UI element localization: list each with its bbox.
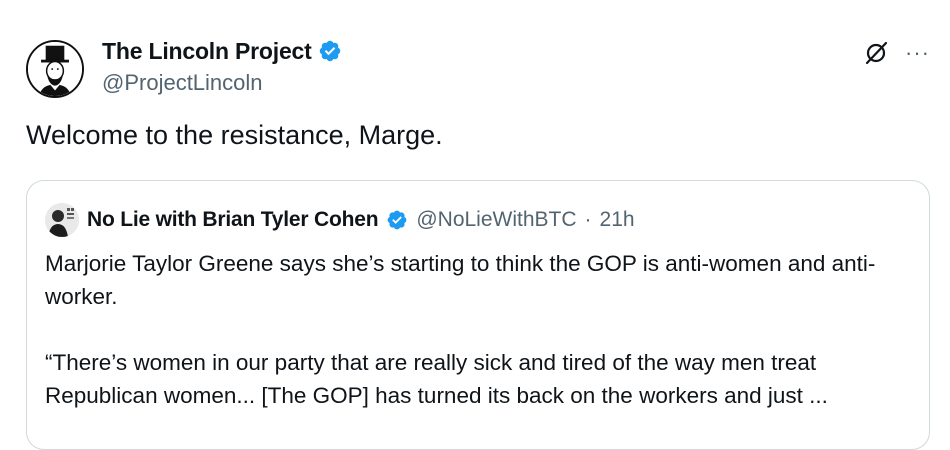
lincoln-portrait-icon xyxy=(28,42,82,96)
grok-icon[interactable] xyxy=(863,40,889,66)
author-info: The Lincoln Project @ProjectLincoln xyxy=(102,36,342,96)
author-handle[interactable]: @ProjectLincoln xyxy=(102,70,342,96)
author-avatar[interactable] xyxy=(26,40,84,98)
author-name[interactable]: The Lincoln Project xyxy=(102,38,312,65)
quote-author-avatar[interactable] xyxy=(45,203,79,237)
quote-paragraph-1: Marjorie Taylor Greene says she’s starti… xyxy=(45,251,876,309)
quoted-tweet[interactable]: No Lie with Brian Tyler Cohen @NoLieWith… xyxy=(26,180,930,450)
quote-author-name[interactable]: No Lie with Brian Tyler Cohen xyxy=(87,208,379,232)
tweet-text: Welcome to the resistance, Marge. xyxy=(26,120,443,150)
quote-avatar-icon xyxy=(45,203,79,237)
tweet-actions: ··· xyxy=(863,40,930,66)
quote-author-handle: @NoLieWithBTC xyxy=(416,208,577,231)
quote-header: No Lie with Brian Tyler Cohen @NoLieWith… xyxy=(45,203,635,237)
quote-body: Marjorie Taylor Greene says she’s starti… xyxy=(45,247,915,445)
quote-timestamp[interactable]: 21h xyxy=(600,208,635,232)
tweet-card: The Lincoln Project @ProjectLincoln ··· … xyxy=(0,0,950,450)
quote-dot-separator: · xyxy=(584,208,592,231)
verified-badge-icon[interactable] xyxy=(318,39,342,63)
more-options-icon[interactable]: ··· xyxy=(905,42,930,64)
quote-verified-badge-icon xyxy=(387,210,407,230)
quote-paragraph-2: “There’s women in our party that are rea… xyxy=(45,350,828,408)
